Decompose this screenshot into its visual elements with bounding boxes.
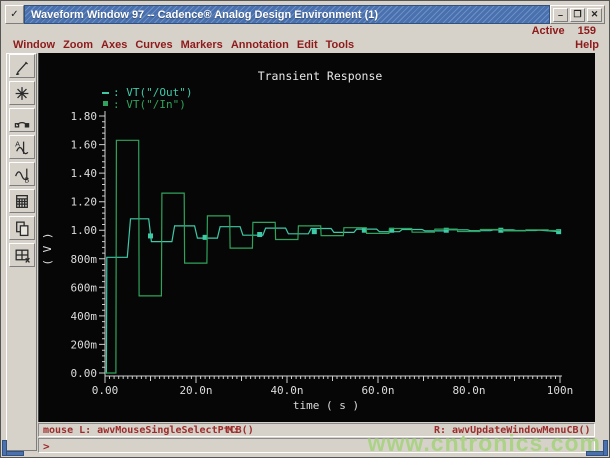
prompt-caret: > <box>43 440 50 453</box>
svg-text:B: B <box>25 177 30 183</box>
trace-marker[interactable] <box>148 233 153 238</box>
y-tick-label: 200m <box>71 338 98 351</box>
y-tick-label: 1.60 <box>71 139 98 152</box>
x-tick-label: 0.00 <box>92 384 119 397</box>
y-tick-label: 1.80 <box>71 110 98 123</box>
y-tick-label: 600m <box>71 281 98 294</box>
x-tick-label: 40.0n <box>270 384 303 397</box>
legend-square-icon <box>103 101 108 106</box>
watermark: www.cntronics.com <box>368 430 601 457</box>
maximize-button[interactable]: ❐ <box>570 8 585 22</box>
tool-palette: AB <box>6 53 37 451</box>
waveform-b-button[interactable]: B <box>9 162 35 186</box>
calculator-button[interactable] <box>9 189 35 213</box>
y-tick-label: 0.00 <box>71 367 98 380</box>
menu-item-annotation[interactable]: Annotation <box>231 39 289 51</box>
waveform-b-icon: B <box>13 166 31 183</box>
x-tick-label: 60.0n <box>361 384 394 397</box>
close-button[interactable]: ✕ <box>587 8 602 22</box>
window-menu-icon: ✓ <box>10 9 18 20</box>
work-area: AB 0.00200m400m600m800m1.001.201.401.601… <box>6 53 604 451</box>
trace-marker[interactable] <box>312 229 317 234</box>
menu-item-curves[interactable]: Curves <box>135 39 172 51</box>
x-tick-label: 100n <box>547 384 574 397</box>
mouse-middle-binding: M: <box>227 425 239 436</box>
trace-marker[interactable] <box>257 232 262 237</box>
y-tick-label: 1.00 <box>71 224 98 237</box>
y-tick-label: 1.40 <box>71 167 98 180</box>
window-menu-button[interactable]: ✓ <box>5 5 24 24</box>
menu-item-tools[interactable]: Tools <box>326 39 355 51</box>
asterisk-zoom-button[interactable] <box>9 81 35 105</box>
arc-marker-icon <box>13 112 31 129</box>
minimize-button[interactable]: – <box>553 8 568 22</box>
transient-plot[interactable]: 0.00 200m 400m 600m 800m 1.00 1.20 1.40 1.60 1.80… <box>39 53 596 422</box>
y-tick-label: 800m <box>71 253 98 266</box>
trace-in[interactable] <box>105 140 560 373</box>
subwindow-cut-button[interactable] <box>9 243 35 267</box>
legend-entry[interactable]: : VT("/In") <box>113 98 186 111</box>
x-tick-label: 20.0n <box>179 384 212 397</box>
plot-title: Transient Response <box>258 69 383 83</box>
trace-marker[interactable] <box>444 228 449 233</box>
plot-axes <box>99 111 562 383</box>
application-window: ✓ Waveform Window 97 -- Cadence® Analog … <box>0 0 610 458</box>
pen-button[interactable] <box>9 54 35 78</box>
y-tick-label: 400m <box>71 310 98 323</box>
title-stripe[interactable]: Waveform Window 97 -- Cadence® Analog De… <box>24 5 550 24</box>
trace-out[interactable] <box>105 219 560 373</box>
vertical-marker-a-button[interactable]: A <box>9 135 35 159</box>
menu-item-markers[interactable]: Markers <box>181 39 223 51</box>
menu-item-help[interactable]: Help <box>575 39 599 51</box>
window-controls: – ❐ ✕ <box>550 5 605 24</box>
resize-corner-bottom-right-v[interactable] <box>603 440 608 456</box>
x-axis-title: time ( s ) <box>293 399 359 412</box>
x-tick-label: 80.0n <box>452 384 485 397</box>
menu-item-edit[interactable]: Edit <box>297 39 318 51</box>
y-tick-label: 1.20 <box>71 196 98 209</box>
menu-item-axes[interactable]: Axes <box>101 39 127 51</box>
window-title: Waveform Window 97 -- Cadence® Analog De… <box>25 9 378 21</box>
title-bar[interactable]: ✓ Waveform Window 97 -- Cadence® Analog … <box>5 5 605 24</box>
mouse-left-binding: mouse L: awvMouseSingleSelectPtCB() <box>43 425 254 436</box>
menu-item-window[interactable]: Window <box>13 39 55 51</box>
resize-corner-bottom-left-v[interactable] <box>2 440 7 456</box>
copy-window-button[interactable] <box>9 216 35 240</box>
menu-bar: Window Zoom Axes Curves Markers Annotation Edi… <box>13 37 599 52</box>
vertical-marker-a-icon: A <box>13 139 31 156</box>
calculator-icon <box>13 193 31 210</box>
pen-icon <box>13 58 31 75</box>
arc-marker-button[interactable] <box>9 108 35 132</box>
copy-window-icon <box>13 220 31 237</box>
waveform-canvas[interactable]: 0.00 200m 400m 600m 800m 1.00 1.20 1.40 1.60 1.80… <box>38 53 595 422</box>
asterisk-zoom-icon <box>13 85 31 102</box>
y-axis-title: ( V ) <box>41 232 54 265</box>
menu-item-zoom[interactable]: Zoom <box>63 39 93 51</box>
subwindow-cut-icon <box>13 247 31 264</box>
